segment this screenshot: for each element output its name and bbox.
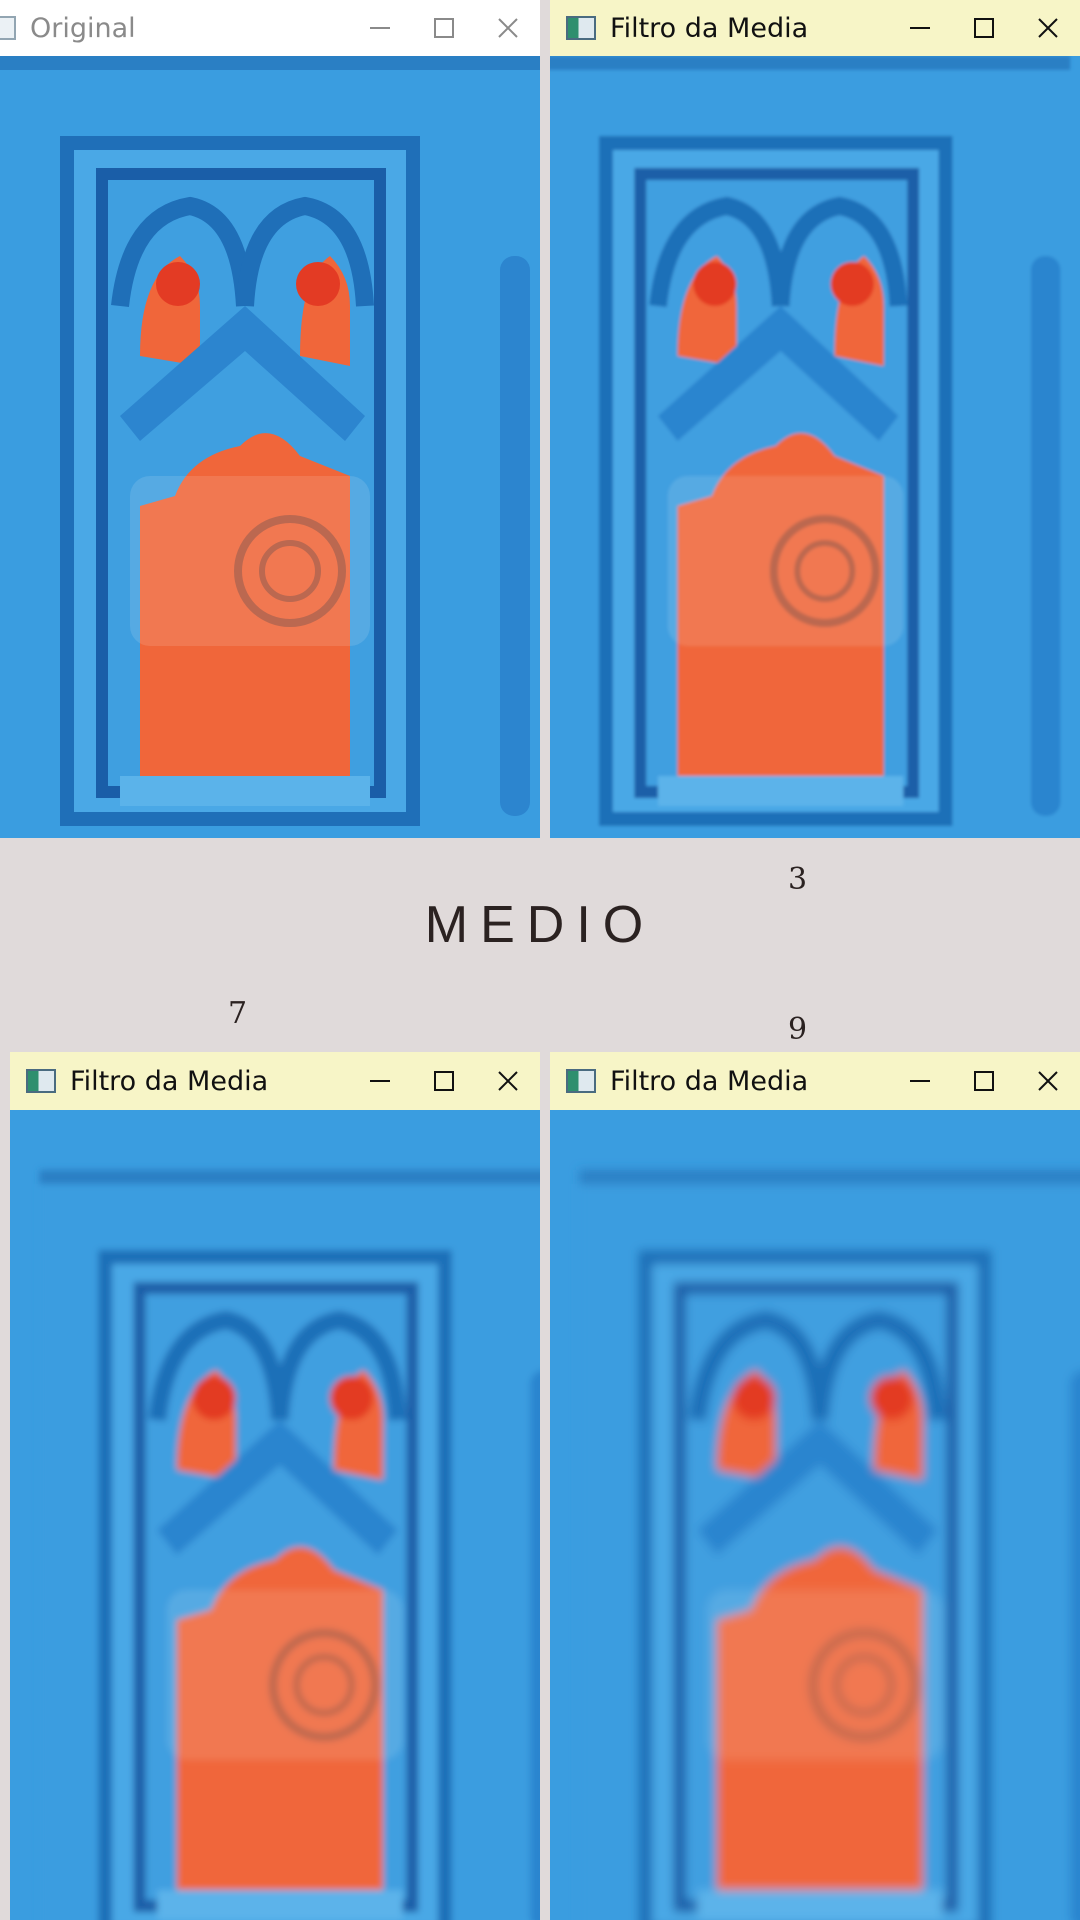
minimize-button[interactable]: [348, 1053, 412, 1109]
close-button[interactable]: [476, 0, 540, 56]
minimize-button[interactable]: [348, 0, 412, 56]
app-icon: [566, 16, 596, 40]
window-media-9[interactable]: Filtro da Media: [550, 1052, 1080, 1920]
minimize-icon: [910, 1080, 930, 1082]
window-media-3[interactable]: Filtro da Media: [550, 0, 1080, 838]
titlebar-media-7[interactable]: Filtro da Media: [10, 1052, 540, 1110]
close-button[interactable]: [476, 1053, 540, 1109]
close-button[interactable]: [1016, 0, 1080, 56]
window-title: Filtro da Media: [610, 12, 809, 44]
titlebar-media-3[interactable]: Filtro da Media: [550, 0, 1080, 56]
minimize-icon: [370, 27, 390, 29]
kernel-size-7: 7: [228, 996, 248, 1031]
maximize-icon: [434, 18, 454, 38]
maximize-icon: [434, 1071, 454, 1091]
minimize-button[interactable]: [888, 0, 952, 56]
app-icon: [566, 1069, 596, 1093]
kernel-size-3: 3: [788, 862, 808, 897]
close-icon: [1038, 1071, 1058, 1091]
maximize-button[interactable]: [412, 0, 476, 56]
close-icon: [1038, 18, 1058, 38]
titlebar-media-9[interactable]: Filtro da Media: [550, 1052, 1080, 1110]
app-icon: [26, 1069, 56, 1093]
image-media-7: [10, 1110, 540, 1920]
minimize-icon: [370, 1080, 390, 1082]
window-title: Filtro da Media: [70, 1065, 269, 1097]
window-title: Filtro da Media: [610, 1065, 809, 1097]
maximize-icon: [974, 18, 994, 38]
maximize-button[interactable]: [952, 0, 1016, 56]
minimize-button[interactable]: [888, 1053, 952, 1109]
filter-caption: MEDIO: [424, 896, 656, 954]
window-title: Original: [30, 12, 136, 44]
close-icon: [498, 18, 518, 38]
image-media-3: [550, 56, 1080, 838]
image-media-9: [550, 1110, 1080, 1920]
maximize-button[interactable]: [412, 1053, 476, 1109]
window-original[interactable]: Original: [0, 0, 540, 838]
maximize-icon: [974, 1071, 994, 1091]
close-button[interactable]: [1016, 1053, 1080, 1109]
app-icon: [0, 16, 16, 40]
maximize-button[interactable]: [952, 1053, 1016, 1109]
window-media-7[interactable]: Filtro da Media: [10, 1052, 540, 1920]
kernel-size-9: 9: [788, 1012, 808, 1047]
close-icon: [498, 1071, 518, 1091]
minimize-icon: [910, 27, 930, 29]
titlebar-original[interactable]: Original: [0, 0, 540, 56]
image-original: [0, 56, 540, 838]
